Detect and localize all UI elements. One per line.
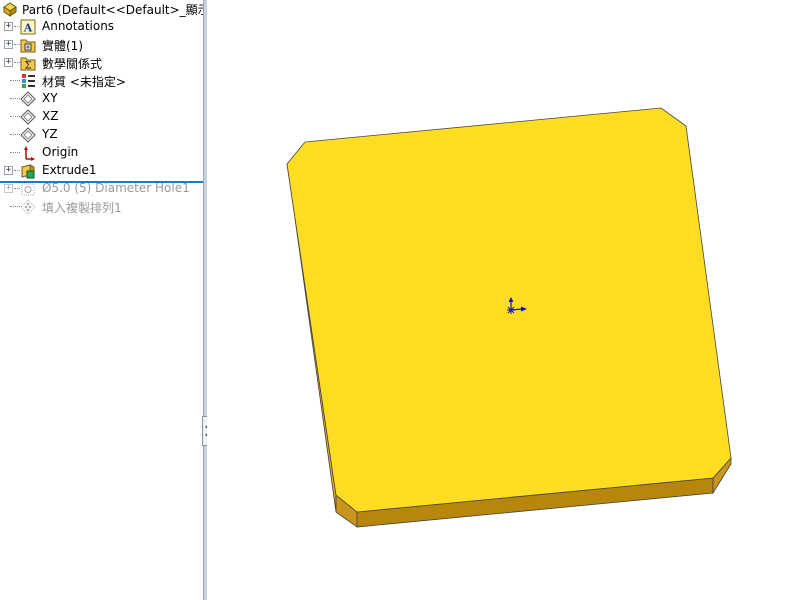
tree-item-label: 填入複製排列1	[42, 201, 122, 215]
tree-item-label: 實體(1)	[42, 39, 83, 53]
svg-text:Σ: Σ	[24, 61, 31, 72]
tree-root-label: Part6 (Default<<Default>_顯示	[22, 3, 203, 17]
annotations-icon: A	[20, 19, 36, 35]
tree-item-diameter-hole1[interactable]: + Ø5.0 (5) Diameter Hole1	[0, 180, 203, 198]
tree-item-annotations[interactable]: + A Annotations	[0, 18, 203, 36]
tree-item-label: XY	[42, 91, 58, 105]
extrude-icon	[21, 164, 35, 179]
equations-icon: Σ	[20, 57, 36, 72]
expand-toggle[interactable]: +	[4, 166, 13, 175]
tree-root-part[interactable]: Part6 (Default<<Default>_顯示	[0, 0, 203, 18]
tree-item-label: XZ	[42, 109, 59, 123]
tree-item-label: YZ	[42, 127, 58, 141]
tree-connector	[10, 206, 20, 208]
tree-item-plane-yz[interactable]: YZ	[0, 126, 203, 144]
tree-item-origin[interactable]: Origin	[0, 144, 203, 162]
feature-manager-tree: Part6 (Default<<Default>_顯示 + A Annotati…	[0, 0, 203, 600]
tree-item-label: Ø5.0 (5) Diameter Hole1	[42, 181, 190, 195]
expand-toggle[interactable]: +	[4, 40, 13, 49]
tree-item-equations[interactable]: + Σ 數學關係式	[0, 54, 203, 72]
fill-pattern-icon	[20, 199, 36, 215]
tree-item-solid-bodies[interactable]: + 實體(1)	[0, 36, 203, 54]
hole-icon	[21, 183, 35, 196]
graphics-area[interactable]	[207, 0, 800, 600]
solidworks-window: Part6 (Default<<Default>_顯示 + A Annotati…	[0, 0, 800, 600]
tree-item-material[interactable]: 材質 <未指定>	[0, 72, 203, 90]
tree-item-label: Annotations	[42, 19, 115, 33]
part-icon	[3, 2, 17, 17]
tree-item-label: Extrude1	[42, 163, 97, 177]
material-icon	[22, 74, 35, 88]
tree-item-extrude1[interactable]: + Extrude1	[0, 162, 203, 180]
tree-connector	[10, 98, 20, 100]
model-viewport[interactable]	[207, 0, 800, 600]
plane-icon	[20, 127, 36, 143]
svg-text:A: A	[23, 22, 33, 35]
tree-item-label: 數學關係式	[42, 57, 103, 71]
solid-bodies-icon	[20, 39, 36, 53]
tree-connector	[10, 134, 20, 136]
tree-item-label: 材質 <未指定>	[42, 75, 126, 89]
tree-connector	[10, 116, 20, 118]
tree-item-plane-xz[interactable]: XZ	[0, 108, 203, 126]
tree-connector	[10, 152, 20, 154]
tree-item-label: Origin	[42, 145, 79, 159]
tree-item-plane-xy[interactable]: XY	[0, 90, 203, 108]
plane-icon	[20, 109, 36, 125]
plane-icon	[20, 91, 36, 107]
origin-icon	[24, 146, 35, 161]
tree-connector	[10, 80, 20, 82]
expand-toggle[interactable]: +	[4, 184, 13, 193]
expand-toggle[interactable]: +	[4, 58, 13, 67]
tree-item-fill-pattern1[interactable]: 填入複製排列1	[0, 198, 203, 216]
expand-toggle[interactable]: +	[4, 22, 13, 31]
